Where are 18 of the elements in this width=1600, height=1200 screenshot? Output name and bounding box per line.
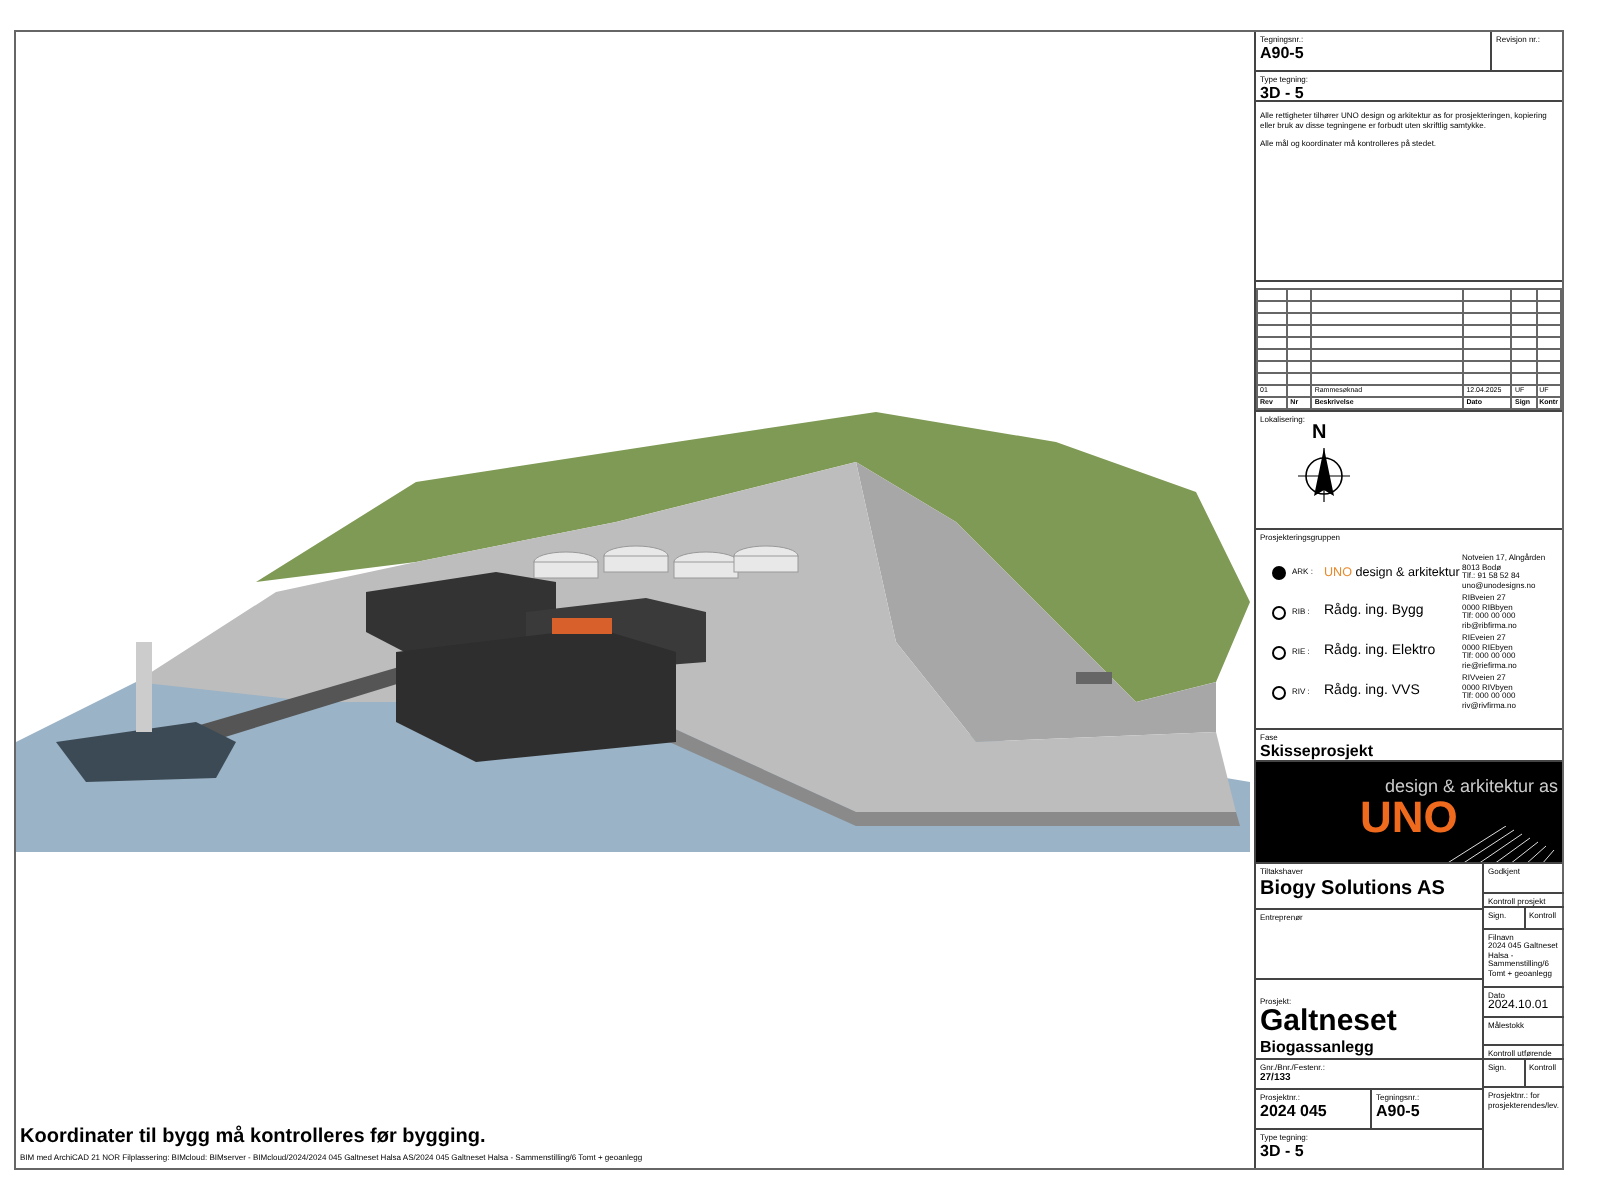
radio-button[interactable] <box>1272 645 1286 660</box>
drawing-type: 3D - 5 <box>1260 83 1304 100</box>
client-name: Biogy Solutions AS <box>1260 876 1445 902</box>
project-name: Galtneset <box>1260 1006 1397 1038</box>
north-label: N <box>1312 423 1327 444</box>
drawing-number: A90-5 <box>1376 1102 1420 1120</box>
compass-icon <box>1296 443 1352 504</box>
phase-value: Skisseprosjekt <box>1260 742 1373 761</box>
logo-tagline: design & arkitektur as <box>1384 774 1558 801</box>
radio-button[interactable] <box>1272 605 1286 620</box>
drawing-number: A90-5 <box>1260 44 1304 62</box>
project-subtitle: Biogassanlegg <box>1260 1038 1374 1056</box>
drawing-type: 3D - 5 <box>1260 1142 1304 1160</box>
radio-button[interactable] <box>1272 565 1286 580</box>
project-number: 2024 045 <box>1260 1102 1327 1120</box>
radio-button[interactable] <box>1272 685 1286 700</box>
footer-note: Koordinater til bygg må kontrolleres før bygging. <box>20 1123 486 1152</box>
logo-wordmark: UNO <box>1360 796 1458 841</box>
